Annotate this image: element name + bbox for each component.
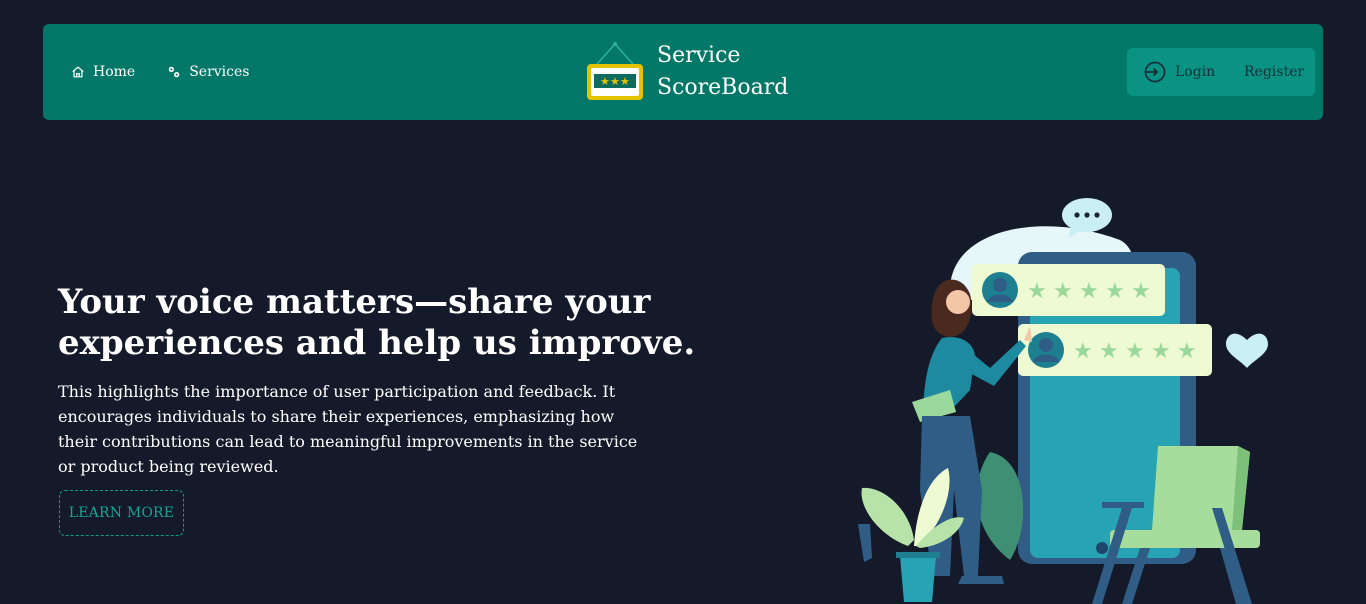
svg-text:★: ★ <box>1079 279 1099 304</box>
plant-icon <box>861 468 964 602</box>
hero-title: Your voice matters—share your experience… <box>58 282 696 363</box>
svg-text:★: ★ <box>1027 279 1047 304</box>
learn-more-button[interactable]: LEARN MORE <box>59 490 184 536</box>
auth-box: Login Register <box>1127 48 1315 96</box>
register-label: Register <box>1244 64 1305 80</box>
svg-text:★: ★ <box>1177 339 1197 364</box>
svg-text:★: ★ <box>1053 279 1073 304</box>
svg-text:★: ★ <box>620 75 630 88</box>
main-nav: Home Services <box>71 24 249 120</box>
svg-text:★: ★ <box>600 75 610 88</box>
hero-description: This highlights the importance of user p… <box>58 382 638 476</box>
svg-text:★: ★ <box>1131 279 1151 304</box>
nav-services-label: Services <box>189 64 250 80</box>
review-card: ★ ★ ★ ★ ★ <box>1018 324 1212 376</box>
svg-text:★: ★ <box>1151 339 1171 364</box>
home-icon <box>72 66 84 78</box>
svg-text:★: ★ <box>1125 339 1145 364</box>
login-label: Login <box>1175 64 1216 80</box>
svg-text:★: ★ <box>610 75 620 88</box>
scoreboard-logo: ★ ★ ★ <box>587 42 643 100</box>
gears-icon <box>168 66 180 78</box>
login-icon <box>1144 61 1166 83</box>
nav-home-link[interactable]: Home <box>71 64 135 80</box>
svg-text:★: ★ <box>1099 339 1119 364</box>
leaf-icon <box>976 452 1024 560</box>
nav-home-label: Home <box>93 64 136 80</box>
heart-icon <box>1226 333 1268 368</box>
login-link[interactable]: Login <box>1143 60 1215 84</box>
brand[interactable]: ★ ★ ★ Service ScoreBoard <box>583 40 788 104</box>
navbar: Home Services ★ ★ ★ Service ScoreBoard L… <box>43 24 1323 120</box>
brand-name: Service ScoreBoard <box>657 40 788 104</box>
svg-text:★: ★ <box>1073 339 1093 364</box>
register-link[interactable]: Register <box>1244 64 1304 80</box>
review-card: ★ ★ ★ ★ ★ <box>972 264 1165 316</box>
svg-text:★: ★ <box>1105 279 1125 304</box>
feedback-illustration: ★ ★ ★ ★ ★ ★ ★ ★ ★ ★ <box>858 198 1268 604</box>
brand-line1: Service <box>657 43 741 68</box>
brand-line2: ScoreBoard <box>657 75 789 100</box>
nav-services-link[interactable]: Services <box>167 64 249 80</box>
